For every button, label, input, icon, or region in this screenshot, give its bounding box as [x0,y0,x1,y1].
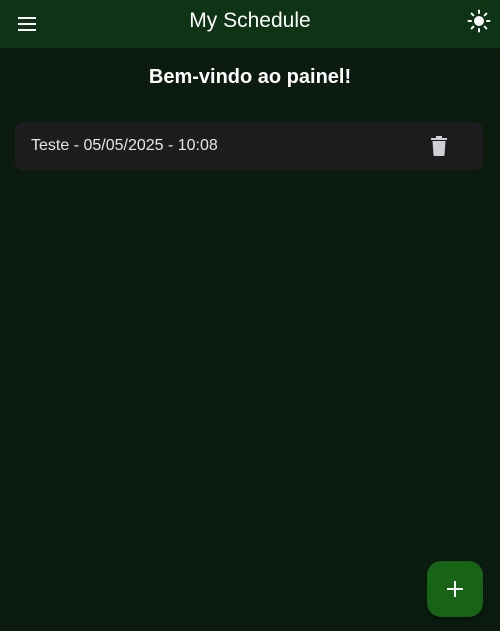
menu-icon [18,17,36,31]
add-schedule-button[interactable] [427,561,483,617]
delete-button[interactable] [427,134,451,158]
schedule-item-label: Teste - 05/05/2025 - 10:08 [31,137,218,154]
schedule-list-item[interactable]: Teste - 05/05/2025 - 10:08 [15,122,483,170]
plus-icon [447,581,463,597]
page-title: My Schedule [189,9,311,32]
app-screen: My Schedule Bem-vindo ao painel! Teste -… [0,0,500,631]
sun-icon [467,9,491,33]
welcome-heading: Bem-vindo ao painel! [148,66,352,88]
trash-icon [431,136,447,156]
menu-button[interactable] [15,12,39,36]
theme-toggle-button[interactable] [467,9,491,33]
app-bar: My Schedule [0,0,500,48]
